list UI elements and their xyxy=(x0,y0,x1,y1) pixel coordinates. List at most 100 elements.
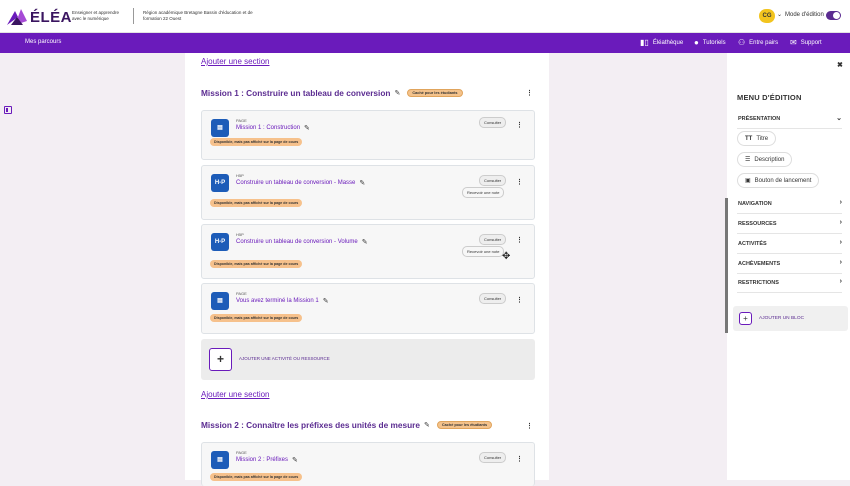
availability-badge: Disponible, mais pas affiché sur la page… xyxy=(210,199,303,207)
drawer-restrictions-label: RESTRICTIONS xyxy=(738,280,779,286)
activity-name[interactable]: Vous avez terminé la Mission 1 ✎ xyxy=(236,297,329,305)
activity-name-label: Mission 2 : Préfixes xyxy=(236,457,289,463)
logo-text: ÉLÉA xyxy=(30,9,73,26)
elea-logo-icon[interactable] xyxy=(5,7,29,27)
drawer-presentation[interactable]: PRÉSENTATION ⌄ xyxy=(737,110,842,129)
section-2-title[interactable]: Mission 2 : Connaître les préfixes des u… xyxy=(201,420,420,430)
plus-icon[interactable]: + xyxy=(209,348,232,371)
drawer-activites-label: ACTIVITÉS xyxy=(738,241,767,247)
title-label: Titre xyxy=(756,135,769,142)
edit-mode-toggle[interactable] xyxy=(826,11,841,20)
nav-support-label: Support xyxy=(800,40,822,46)
activity-name[interactable]: Construire un tableau de conversion - Ma… xyxy=(236,179,365,187)
availability-badge: Disponible, mais pas affiché sur la page… xyxy=(210,260,303,268)
add-block-label: AJOUTER UN BLOC xyxy=(759,316,805,321)
consult-button[interactable]: Consulter xyxy=(479,117,507,128)
chevron-down-icon[interactable]: ⌄ xyxy=(777,11,782,18)
tagline: Enseigner et apprendre avec le numérique xyxy=(72,10,120,21)
consult-button[interactable]: Consulter xyxy=(479,452,507,463)
edit-pencil-icon[interactable]: ✎ xyxy=(292,456,298,464)
activity-type: PAGE xyxy=(236,291,247,296)
nav-eleatheque[interactable]: ▮▯ Éléathèque xyxy=(640,37,683,49)
consult-button[interactable]: Consulter xyxy=(479,175,507,186)
nav-entre-pairs[interactable]: ⚇ Entre pairs xyxy=(738,37,778,49)
section-menu-icon[interactable]: ⋮ xyxy=(526,423,533,430)
drawer-activites[interactable]: ACTIVITÉS › xyxy=(737,235,842,254)
activity-card: ▤ PAGE Mission 1 : Construction ✎ Dispon… xyxy=(201,110,535,160)
chevron-right-icon: › xyxy=(839,219,842,226)
drawer-scrollbar[interactable] xyxy=(725,198,728,333)
activity-menu-icon[interactable]: ⋮ xyxy=(516,237,523,244)
launch-button[interactable]: ▣ Bouton de lancement xyxy=(737,173,820,188)
nav-mes-parcours[interactable]: Mes parcours xyxy=(25,39,61,45)
course-index-toggle-icon[interactable] xyxy=(4,106,12,114)
activity-menu-icon[interactable]: ⋮ xyxy=(516,122,523,129)
drawer-achevements-label: ACHÈVEMENTS xyxy=(738,261,781,267)
description-icon: ☰ xyxy=(745,157,751,163)
drawer-achevements[interactable]: ACHÈVEMENTS › xyxy=(737,255,842,274)
edit-pencil-icon[interactable]: ✎ xyxy=(323,297,329,305)
add-section-link[interactable]: Ajouter une section xyxy=(201,57,270,66)
drawer-restrictions[interactable]: RESTRICTIONS › xyxy=(737,274,842,293)
add-block-button[interactable]: + AJOUTER UN BLOC xyxy=(733,306,848,331)
section-1-title[interactable]: Mission 1 : Construire un tableau de con… xyxy=(201,88,390,98)
edit-pencil-icon[interactable]: ✎ xyxy=(394,89,400,97)
receive-grade-button[interactable]: Recevoir une note xyxy=(462,187,505,198)
activity-name[interactable]: Mission 1 : Construction ✎ xyxy=(236,124,310,132)
activity-name[interactable]: Construire un tableau de conversion - Vo… xyxy=(236,238,368,246)
library-icon: ▮▯ xyxy=(640,38,649,47)
edit-pencil-icon[interactable]: ✎ xyxy=(424,421,430,429)
support-icon: ✉ xyxy=(790,38,797,47)
drawer-ressources-label: RESSOURCES xyxy=(738,221,777,227)
edit-pencil-icon[interactable]: ✎ xyxy=(304,124,310,132)
drawer-navigation[interactable]: NAVIGATION › xyxy=(737,195,842,214)
activity-menu-icon[interactable]: ⋮ xyxy=(516,179,523,186)
activity-menu-icon[interactable]: ⋮ xyxy=(516,456,523,463)
section-menu-icon[interactable]: ⋮ xyxy=(526,90,533,97)
h5p-icon: H-P xyxy=(211,233,229,251)
edit-mode-label: Mode d'édition xyxy=(785,12,824,18)
activity-card: H-P H5P Construire un tableau de convers… xyxy=(201,165,535,220)
chevron-right-icon: › xyxy=(839,199,842,206)
activity-card: H-P H5P Construire un tableau de convers… xyxy=(201,224,535,279)
chevron-right-icon: › xyxy=(839,278,842,285)
edit-pencil-icon[interactable]: ✎ xyxy=(362,238,368,246)
drawer-ressources[interactable]: RESSOURCES › xyxy=(737,215,842,234)
launch-label: Bouton de lancement xyxy=(754,177,812,184)
activity-name-label: Construire un tableau de conversion - Ma… xyxy=(236,180,356,186)
move-cursor-icon: ✥ xyxy=(502,251,511,262)
page-icon: ▤ xyxy=(211,451,229,469)
top-header: ÉLÉA Enseigner et apprendre avec le numé… xyxy=(0,0,850,33)
activity-name-label: Mission 1 : Construction xyxy=(236,125,301,131)
user-avatar[interactable]: CG xyxy=(759,9,775,23)
edit-pencil-icon[interactable]: ✎ xyxy=(359,179,365,187)
activity-type: PAGE xyxy=(236,450,247,455)
nav-support[interactable]: ✉ Support xyxy=(790,37,822,49)
activity-type: H5P xyxy=(236,232,244,237)
add-section-link[interactable]: Ajouter une section xyxy=(201,390,270,399)
consult-button[interactable]: Consulter xyxy=(479,293,507,304)
drawer-navigation-label: NAVIGATION xyxy=(738,201,772,207)
receive-grade-button[interactable]: Recevoir une note xyxy=(462,246,505,257)
add-activity-area[interactable]: + AJOUTER UNE ACTIVITÉ OU RESSOURCE xyxy=(201,339,535,380)
info-icon: ● xyxy=(694,38,699,47)
nav-tutoriels[interactable]: ● Tutoriels xyxy=(694,37,726,49)
description-button[interactable]: ☰ Description xyxy=(737,152,793,167)
activity-menu-icon[interactable]: ⋮ xyxy=(516,297,523,304)
h5p-icon: H-P xyxy=(211,174,229,192)
activity-name-label: Vous avez terminé la Mission 1 xyxy=(236,298,319,304)
activity-type: H5P xyxy=(236,173,244,178)
activity-card: ▤ PAGE Vous avez terminé la Mission 1 ✎ … xyxy=(201,283,535,334)
title-button[interactable]: TT Titre xyxy=(737,131,777,146)
add-activity-label[interactable]: AJOUTER UNE ACTIVITÉ OU RESSOURCE xyxy=(239,356,330,361)
users-icon: ⚇ xyxy=(738,38,746,47)
activity-name[interactable]: Mission 2 : Préfixes ✎ xyxy=(236,456,298,464)
close-icon[interactable]: ✖ xyxy=(837,61,843,69)
drawer-title: MENU D'ÉDITION xyxy=(737,93,802,102)
consult-button[interactable]: Consulter xyxy=(479,234,507,245)
section-title: Mission 1 : Construire un tableau de con… xyxy=(201,88,463,98)
nav-entre-pairs-label: Entre pairs xyxy=(749,40,779,46)
region-label: Région académique Bretagne Bassin d'éduc… xyxy=(143,10,253,21)
description-label: Description xyxy=(754,156,785,163)
availability-badge: Disponible, mais pas affiché sur la page… xyxy=(210,314,303,322)
